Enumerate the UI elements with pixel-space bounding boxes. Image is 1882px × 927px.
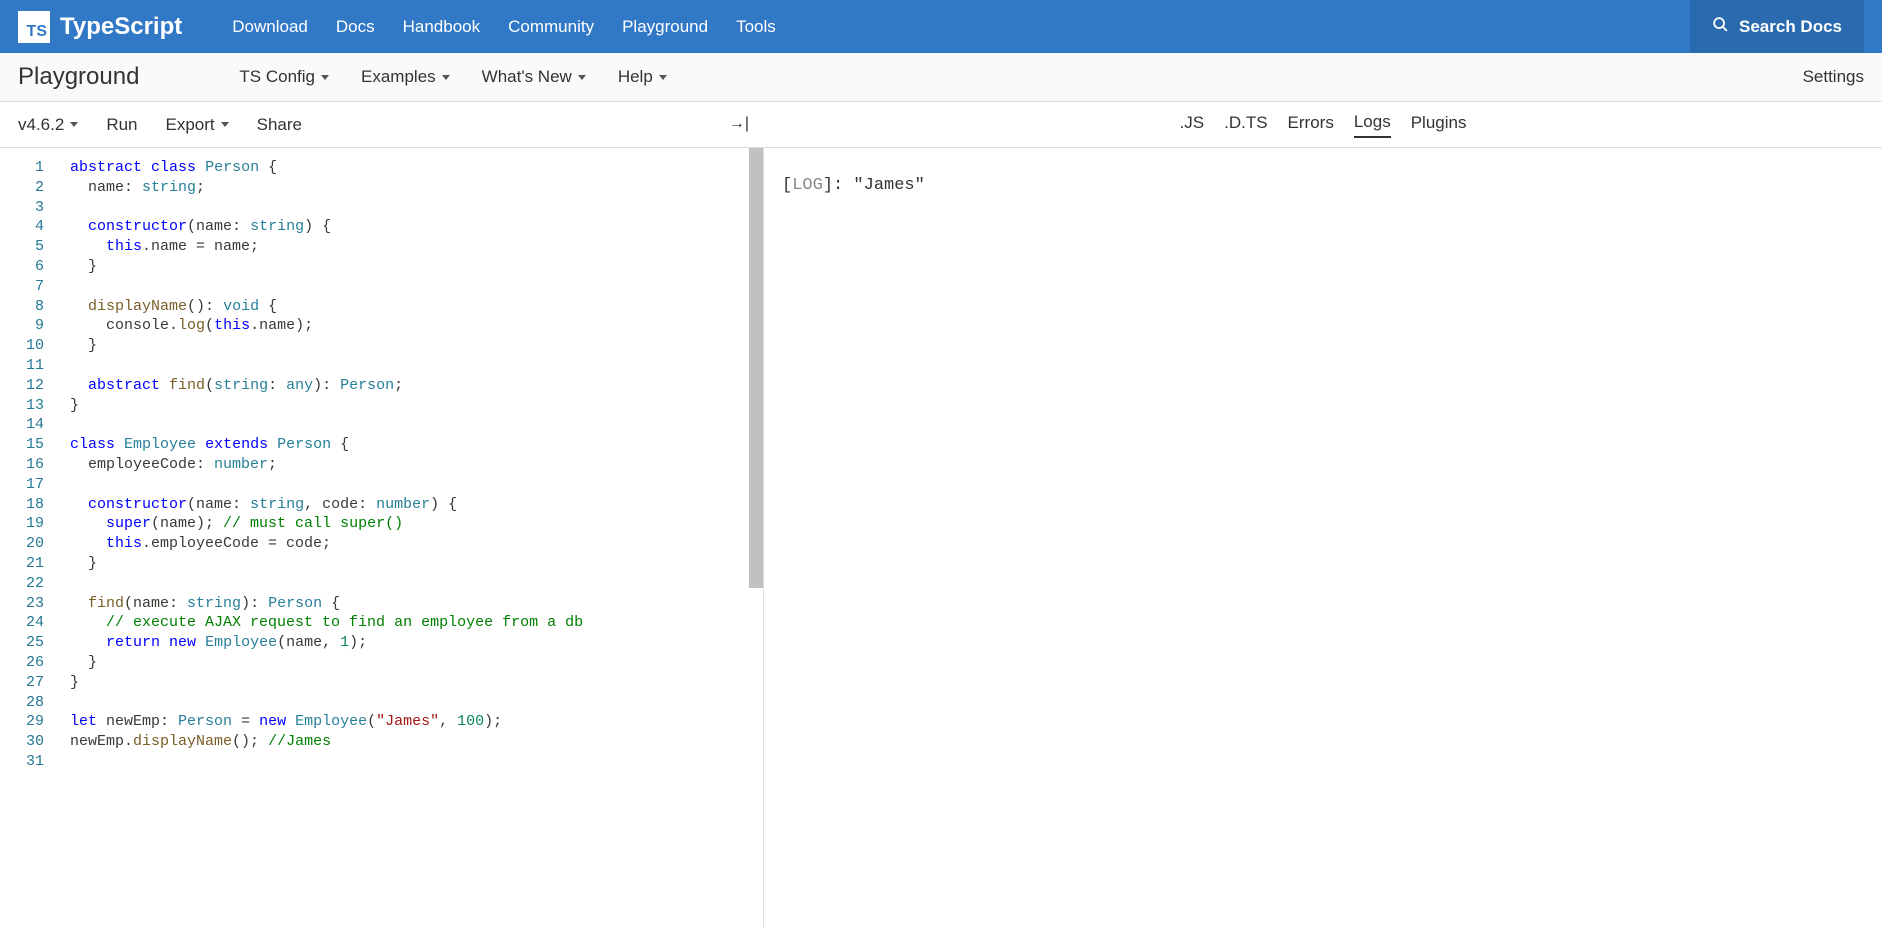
output-body: [LOG]: "James" (764, 148, 1882, 223)
examples-dropdown[interactable]: Examples (361, 67, 450, 87)
logo-badge: TS (18, 11, 50, 43)
nav-links: Download Docs Handbook Community Playgro… (232, 17, 1690, 37)
line-gutter: 1234567891011121314151617181920212223242… (0, 148, 58, 927)
tab-js[interactable]: .JS (1180, 113, 1205, 137)
settings-link[interactable]: Settings (1803, 67, 1864, 87)
nav-download[interactable]: Download (232, 17, 308, 37)
help-dropdown[interactable]: Help (618, 67, 667, 87)
caret-down-icon (659, 75, 667, 80)
caret-down-icon (578, 75, 586, 80)
page-title: Playground (18, 63, 139, 91)
log-prefix: LOG (792, 176, 823, 195)
search-icon (1712, 16, 1729, 38)
nav-handbook[interactable]: Handbook (403, 17, 481, 37)
output-tabs: .JS .D.TS Errors Logs Plugins (764, 102, 1882, 148)
editor-pane: →| 1234567891011121314151617181920212223… (0, 148, 764, 927)
logo[interactable]: TS TypeScript (18, 11, 182, 43)
share-button[interactable]: Share (257, 115, 302, 135)
tab-dts[interactable]: .D.TS (1224, 113, 1267, 137)
sub-nav: Playground TS Config Examples What's New… (0, 53, 1882, 102)
nav-tools[interactable]: Tools (736, 17, 776, 37)
nav-playground[interactable]: Playground (622, 17, 708, 37)
scrollbar-thumb[interactable] (749, 148, 763, 588)
caret-down-icon (442, 75, 450, 80)
scrollbar[interactable] (749, 148, 763, 927)
whatsnew-dropdown[interactable]: What's New (482, 67, 586, 87)
caret-down-icon (221, 122, 229, 127)
log-value: "James" (853, 176, 924, 195)
collapse-right-icon[interactable]: →| (729, 115, 749, 133)
nav-docs[interactable]: Docs (336, 17, 375, 37)
export-dropdown[interactable]: Export (166, 115, 229, 135)
version-dropdown[interactable]: v4.6.2 (18, 115, 78, 135)
tab-plugins[interactable]: Plugins (1411, 113, 1467, 137)
tab-logs[interactable]: Logs (1354, 112, 1391, 138)
code-editor[interactable]: abstract class Person { name: string; co… (58, 148, 763, 927)
search-label: Search Docs (1739, 17, 1842, 37)
log-close-bracket: ]: (823, 176, 854, 195)
logo-text: TypeScript (60, 13, 182, 41)
tab-errors[interactable]: Errors (1288, 113, 1334, 137)
nav-community[interactable]: Community (508, 17, 594, 37)
search-docs[interactable]: Search Docs (1690, 0, 1864, 53)
subnav-links: TS Config Examples What's New Help (239, 67, 666, 87)
caret-down-icon (321, 75, 329, 80)
main: →| 1234567891011121314151617181920212223… (0, 148, 1882, 927)
caret-down-icon (70, 122, 78, 127)
log-open-bracket: [ (782, 176, 792, 195)
run-button[interactable]: Run (106, 115, 137, 135)
output-pane: .JS .D.TS Errors Logs Plugins [LOG]: "Ja… (764, 148, 1882, 927)
tsconfig-dropdown[interactable]: TS Config (239, 67, 329, 87)
top-nav: TS TypeScript Download Docs Handbook Com… (0, 0, 1882, 53)
